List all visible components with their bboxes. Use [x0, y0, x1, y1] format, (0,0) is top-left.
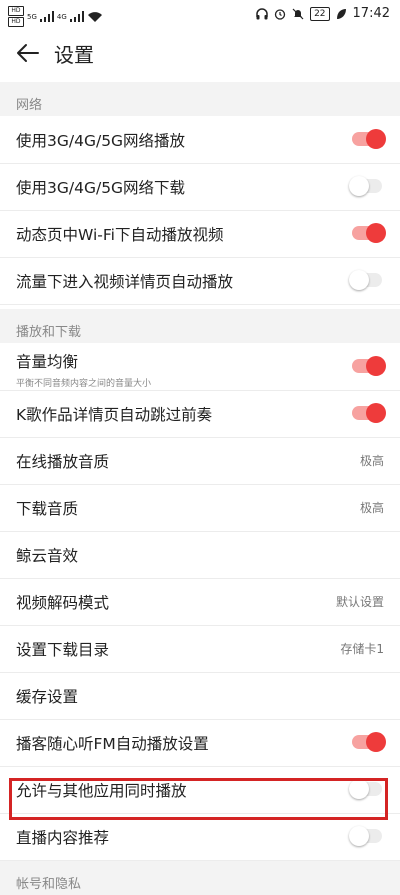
setting-row-live-recommend[interactable]: 直播内容推荐 [0, 813, 400, 861]
toggle-knob [366, 223, 386, 243]
network-download-toggle[interactable] [349, 176, 382, 196]
network-type-2: 4G [56, 12, 67, 21]
setting-row-download-dir[interactable]: 设置下载目录 存储卡1 [0, 625, 400, 673]
setting-row-video-decode[interactable]: 视频解码模式 默认设置 [0, 578, 400, 626]
setting-row-download-quality[interactable]: 下载音质 极高 [0, 484, 400, 532]
setting-label: 允许与其他应用同时播放 [16, 782, 187, 800]
clock: 17:42 [352, 6, 390, 21]
headphones-icon [256, 7, 268, 19]
setting-label: 音量均衡 [16, 353, 79, 371]
setting-label: 使用3G/4G/5G网络下载 [16, 179, 186, 197]
toggle-knob [366, 129, 386, 149]
section-label-account: 帐号和隐私 [16, 877, 82, 892]
network-play-toggle[interactable] [352, 129, 386, 149]
live-recommend-toggle[interactable] [349, 826, 382, 846]
setting-row-skip-intro[interactable]: K歌作品详情页自动跳过前奏 [0, 390, 400, 438]
setting-row-network-play[interactable]: 使用3G/4G/5G网络播放 [0, 116, 400, 164]
setting-row-mix-with-others[interactable]: 允许与其他应用同时播放 [0, 766, 400, 814]
setting-label: 动态页中Wi-Fi下自动播放视频 [16, 226, 224, 244]
setting-row-volume-balance[interactable]: 音量均衡 平衡不同音频内容之间的音量大小 [0, 343, 400, 391]
setting-row-online-quality[interactable]: 在线播放音质 极高 [0, 437, 400, 485]
setting-row-cache[interactable]: 缓存设置 [0, 672, 400, 720]
setting-sublabel: 平衡不同音频内容之间的音量大小 [16, 379, 152, 389]
alarm-icon [274, 8, 286, 20]
mute-bell-icon [292, 8, 304, 19]
section-network: 网络 [0, 82, 400, 116]
setting-label: 流量下进入视频详情页自动播放 [16, 273, 234, 291]
back-arrow-icon[interactable] [12, 38, 42, 68]
setting-label: 直播内容推荐 [16, 829, 110, 847]
data-autoplay-toggle[interactable] [349, 270, 382, 290]
section-playback: 播放和下载 [0, 309, 400, 343]
status-left: HD HD 5G 4G [8, 6, 103, 27]
leaf-icon [336, 8, 346, 19]
setting-label: 视频解码模式 [16, 594, 110, 612]
network-type-1: 5G [27, 12, 37, 21]
setting-value: 默认设置 [335, 595, 384, 609]
battery-indicator: 22 [310, 6, 330, 21]
setting-label: 在线播放音质 [16, 453, 110, 471]
hd-badge-1: HD [8, 6, 24, 16]
signal-bars-1-icon [39, 11, 54, 22]
wifi-autoplay-toggle[interactable] [352, 223, 386, 243]
toggle-knob [349, 270, 369, 290]
section-label-network: 网络 [16, 98, 43, 113]
app-header: 设置 [0, 30, 400, 76]
section-label-playback: 播放和下载 [16, 325, 82, 340]
volume-balance-toggle[interactable] [352, 356, 386, 376]
setting-value: 极高 [359, 501, 384, 515]
mix-with-others-toggle[interactable] [349, 779, 382, 799]
toggle-knob [349, 826, 369, 846]
setting-label: 播客随心听FM自动播放设置 [16, 735, 209, 753]
toggle-knob [349, 779, 369, 799]
setting-row-network-download[interactable]: 使用3G/4G/5G网络下载 [0, 163, 400, 211]
section-account: 帐号和隐私 [0, 861, 400, 895]
podcast-fm-toggle[interactable] [352, 732, 386, 752]
setting-row-sound-effect[interactable]: 鲸云音效 [0, 531, 400, 579]
setting-label: K歌作品详情页自动跳过前奏 [16, 406, 213, 424]
toggle-knob [366, 356, 386, 376]
status-bar: HD HD 5G 4G 22 17:42 [0, 0, 400, 30]
setting-label: 设置下载目录 [16, 641, 110, 659]
skip-intro-toggle[interactable] [352, 403, 386, 423]
setting-value: 极高 [359, 454, 384, 468]
setting-row-data-autoplay[interactable]: 流量下进入视频详情页自动播放 [0, 257, 400, 305]
toggle-knob [366, 732, 386, 752]
setting-label: 下载音质 [16, 500, 79, 518]
setting-row-wifi-autoplay-video[interactable]: 动态页中Wi-Fi下自动播放视频 [0, 210, 400, 258]
wifi-icon [87, 11, 102, 22]
toggle-knob [366, 403, 386, 423]
setting-label: 使用3G/4G/5G网络播放 [16, 132, 186, 150]
setting-row-podcast-fm-autoplay[interactable]: 播客随心听FM自动播放设置 [0, 719, 400, 767]
setting-value: 存储卡1 [340, 642, 384, 656]
signal-bars-2-icon [69, 11, 84, 22]
page-title: 设置 [54, 43, 94, 67]
toggle-knob [349, 176, 369, 196]
setting-label: 缓存设置 [16, 688, 79, 706]
status-right: 22 17:42 [256, 6, 390, 21]
hd-badge-2: HD [8, 17, 24, 27]
setting-label: 鲸云音效 [16, 547, 79, 565]
